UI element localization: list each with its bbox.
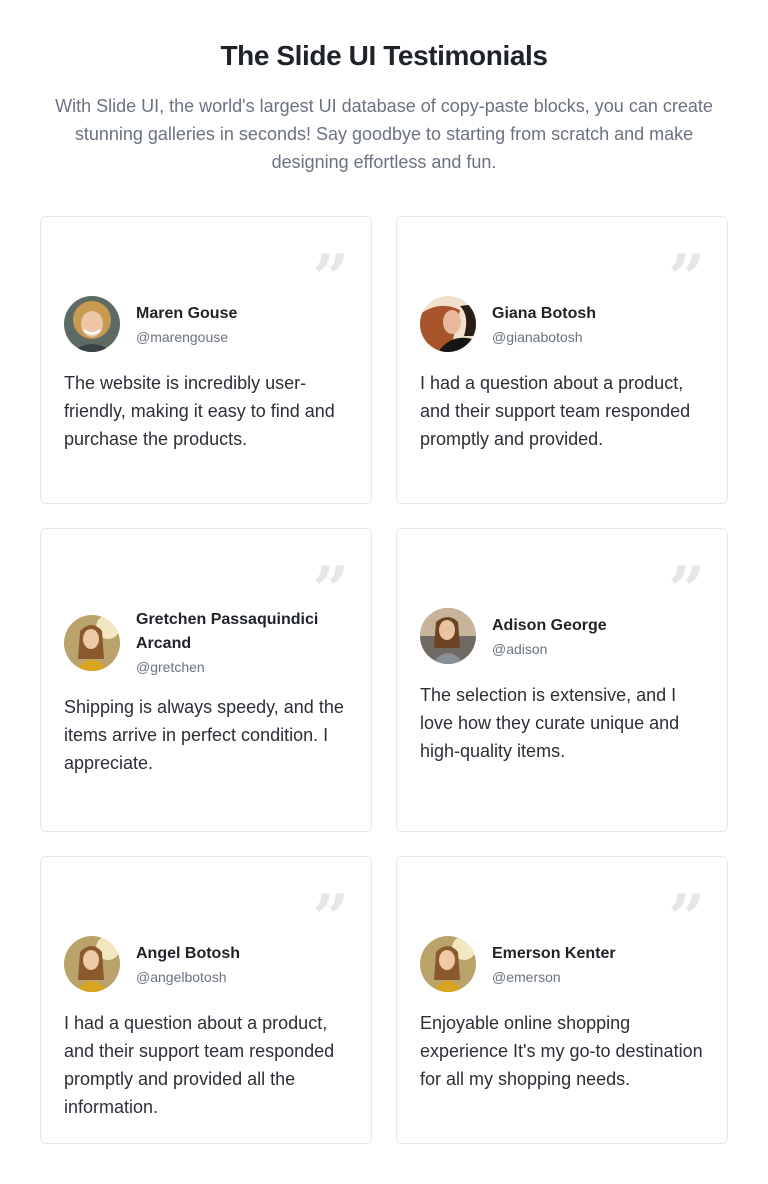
author-handle: @adison <box>492 640 548 657</box>
author-name: Adison George <box>492 616 607 634</box>
author-handle: @angelbotosh <box>136 968 227 985</box>
avatar <box>64 936 120 992</box>
testimonial-author: Emerson Kenter @emerson <box>420 936 692 992</box>
testimonial-author: Giana Botosh @gianabotosh <box>420 296 692 352</box>
page-title: The Slide UI Testimonials <box>220 40 548 71</box>
testimonial-author: Angel Botosh @angelbotosh <box>64 936 336 992</box>
avatar <box>64 296 120 352</box>
author-handle: @gretchen <box>136 659 205 675</box>
author-name: Giana Botosh <box>492 304 597 322</box>
testimonial-author: Gretchen Passaquindici Arcand @gretchen <box>64 608 336 677</box>
testimonial-card: ” Giana Botosh @gianabotosh I had a ques… <box>396 216 728 504</box>
page-subtitle: With Slide UI, the world's largest UI da… <box>55 96 713 172</box>
avatar <box>420 296 476 352</box>
avatar <box>420 936 476 992</box>
testimonial-text: I had a question about a product, and th… <box>64 1013 335 1117</box>
testimonial-author: Maren Gouse @marengouse <box>64 296 336 352</box>
author-name: Angel Botosh <box>136 944 240 962</box>
author-handle: @marengouse <box>136 328 229 345</box>
author-name: Emerson Kenter <box>492 944 616 962</box>
avatar <box>64 614 120 671</box>
author-handle: @emerson <box>492 968 561 985</box>
testimonial-text: The website is incredibly user-friendly,… <box>64 373 335 449</box>
testimonial-card: ” Angel Botosh @angelbotosh I had a ques… <box>40 856 372 1144</box>
testimonial-text: I had a question about a product, and th… <box>420 373 691 449</box>
testimonial-card: ” Adison George @adison The selection is… <box>396 528 728 832</box>
testimonial-text: Enjoyable online shopping experience It'… <box>420 1013 703 1089</box>
testimonial-author: Adison George @adison <box>420 608 692 664</box>
testimonial-card: ” Maren Gouse @marengouse The website is… <box>40 216 372 504</box>
author-name: Gretchen Passaquindici Arcand <box>136 611 319 652</box>
avatar <box>420 608 476 664</box>
testimonial-text: Shipping is always speedy, and the items… <box>64 697 344 773</box>
testimonial-text: The selection is extensive, and I love h… <box>420 685 680 761</box>
author-handle: @gianabotosh <box>492 328 583 345</box>
author-name: Maren Gouse <box>136 304 238 322</box>
testimonial-card: ” Emerson Kenter @emerson Enjoyable onli… <box>396 856 728 1144</box>
testimonial-card: ” Gretchen Passaquindici Arcand @gretche… <box>40 528 372 832</box>
